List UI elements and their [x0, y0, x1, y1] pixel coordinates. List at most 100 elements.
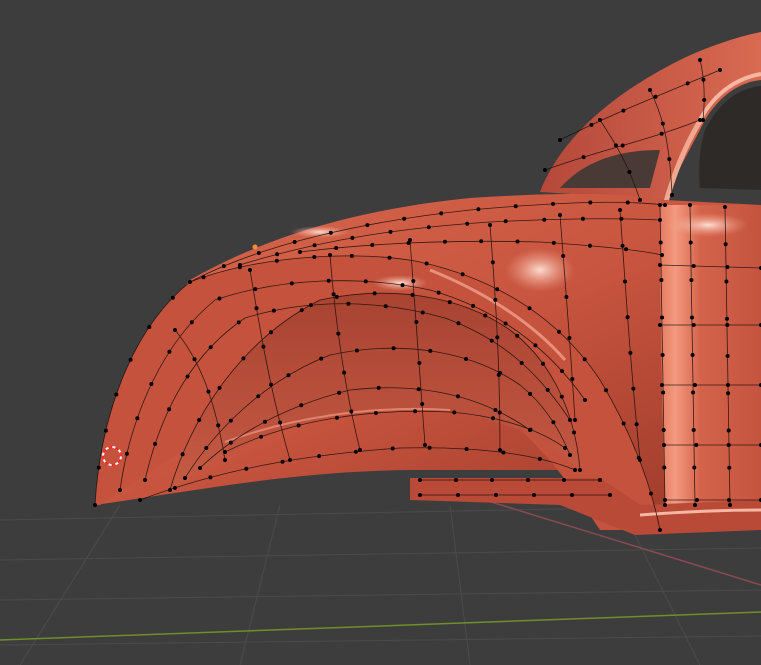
mesh-vertex[interactable]	[662, 443, 666, 447]
mesh-vertex[interactable]	[727, 498, 731, 502]
mesh-vertex[interactable]	[390, 446, 395, 451]
mesh-vertex[interactable]	[278, 420, 282, 425]
roof-mesh[interactable]	[540, 32, 761, 206]
mesh-vertex[interactable]	[562, 478, 566, 482]
mesh-vertex[interactable]	[447, 300, 452, 305]
mesh-vertex[interactable]	[262, 419, 267, 424]
mesh-vertex[interactable]	[391, 346, 396, 351]
mesh-vertex[interactable]	[172, 485, 177, 490]
mesh-vertex[interactable]	[408, 238, 412, 242]
mesh-vertex[interactable]	[526, 478, 530, 482]
mesh-vertex[interactable]	[724, 279, 729, 284]
mesh-vertex[interactable]	[103, 428, 108, 433]
mesh-vertex[interactable]	[427, 445, 432, 450]
mesh-vertex[interactable]	[349, 253, 354, 258]
mesh-vertex[interactable]	[718, 68, 722, 72]
mesh-vertex[interactable]	[567, 336, 572, 340]
mesh-vertex[interactable]	[201, 275, 206, 280]
active-vertex[interactable]	[252, 244, 258, 250]
mesh-vertex[interactable]	[489, 338, 494, 343]
mesh-vertex[interactable]	[128, 357, 133, 362]
mesh-vertex[interactable]	[495, 287, 500, 292]
mesh-vertex[interactable]	[621, 421, 626, 426]
mesh-vertex[interactable]	[695, 498, 699, 502]
mesh-vertex[interactable]	[527, 306, 532, 311]
mesh-vertex[interactable]	[493, 297, 498, 302]
mesh-vertex[interactable]	[471, 303, 476, 308]
mesh-vertex[interactable]	[365, 223, 370, 228]
mesh-vertex[interactable]	[383, 304, 388, 309]
mesh-vertex[interactable]	[299, 403, 304, 408]
mesh-vertex[interactable]	[238, 263, 242, 267]
mesh-vertex[interactable]	[331, 292, 336, 297]
mesh-vertex[interactable]	[373, 411, 378, 415]
mesh-vertex[interactable]	[570, 493, 574, 497]
mesh-vertex[interactable]	[701, 77, 706, 82]
mesh-vertex[interactable]	[147, 325, 152, 329]
mesh-vertex[interactable]	[660, 383, 664, 387]
mesh-vertex[interactable]	[292, 240, 297, 244]
3d-viewport[interactable]	[0, 0, 761, 665]
mesh-vertex[interactable]	[336, 331, 341, 336]
mesh-vertex[interactable]	[456, 493, 460, 497]
mesh-vertex[interactable]	[690, 315, 694, 320]
mesh-vertex[interactable]	[168, 488, 172, 492]
mesh-vertex[interactable]	[726, 428, 731, 433]
mesh-vertex[interactable]	[274, 258, 279, 263]
mesh-vertex[interactable]	[542, 217, 547, 222]
mesh-vertex[interactable]	[551, 201, 555, 206]
mesh-vertex[interactable]	[693, 503, 697, 507]
mesh-vertex[interactable]	[124, 451, 129, 456]
mesh-vertex[interactable]	[149, 382, 154, 386]
mesh-vertex[interactable]	[346, 301, 351, 306]
mesh-vertex[interactable]	[96, 465, 101, 470]
mesh-vertex[interactable]	[691, 323, 696, 327]
mesh-vertex[interactable]	[623, 279, 627, 284]
mesh-vertex[interactable]	[658, 218, 662, 222]
mesh-vertex[interactable]	[702, 97, 707, 102]
mesh-vertex[interactable]	[491, 416, 495, 421]
mesh-vertex[interactable]	[658, 203, 662, 207]
mesh-vertex[interactable]	[690, 353, 695, 357]
mesh-vertex[interactable]	[693, 383, 697, 387]
mesh-vertex[interactable]	[660, 121, 665, 126]
mesh-vertex[interactable]	[354, 348, 359, 353]
mesh-vertex[interactable]	[663, 203, 667, 207]
mesh-vertex[interactable]	[663, 498, 667, 502]
mesh-vertex[interactable]	[727, 465, 732, 470]
mesh-vertex[interactable]	[537, 456, 542, 461]
mesh-vertex[interactable]	[464, 447, 469, 451]
viewport-scene[interactable]	[0, 0, 761, 665]
mesh-vertex[interactable]	[439, 211, 444, 216]
mesh-vertex[interactable]	[496, 372, 501, 377]
mesh-vertex[interactable]	[400, 283, 405, 288]
mesh-vertex[interactable]	[254, 306, 259, 311]
mesh-vertex[interactable]	[658, 263, 662, 267]
mesh-vertex[interactable]	[663, 503, 667, 507]
mesh-vertex[interactable]	[545, 387, 550, 392]
mesh-vertex[interactable]	[143, 478, 147, 482]
mesh-vertex[interactable]	[208, 475, 213, 480]
mesh-vertex[interactable]	[490, 260, 495, 265]
mesh-vertex[interactable]	[501, 450, 506, 455]
mesh-vertex[interactable]	[559, 394, 564, 399]
mesh-vertex[interactable]	[557, 329, 561, 334]
mesh-vertex[interactable]	[588, 243, 592, 248]
mesh-vertex[interactable]	[138, 498, 142, 502]
mesh-vertex[interactable]	[428, 348, 433, 353]
mesh-vertex[interactable]	[221, 264, 226, 269]
mesh-vertex[interactable]	[620, 143, 625, 148]
mesh-vertex[interactable]	[667, 157, 672, 162]
mesh-vertex[interactable]	[363, 279, 368, 284]
mesh-vertex[interactable]	[335, 415, 339, 420]
mesh-vertex[interactable]	[691, 264, 696, 268]
mesh-vertex[interactable]	[728, 503, 732, 507]
mesh-vertex[interactable]	[513, 204, 518, 209]
mesh-vertex[interactable]	[688, 240, 693, 245]
mesh-vertex[interactable]	[180, 452, 185, 457]
mesh-vertex[interactable]	[402, 216, 407, 221]
mesh-vertex[interactable]	[328, 230, 333, 235]
mesh-vertex[interactable]	[503, 321, 508, 326]
mesh-vertex[interactable]	[334, 294, 339, 299]
mesh-vertex[interactable]	[661, 390, 666, 395]
